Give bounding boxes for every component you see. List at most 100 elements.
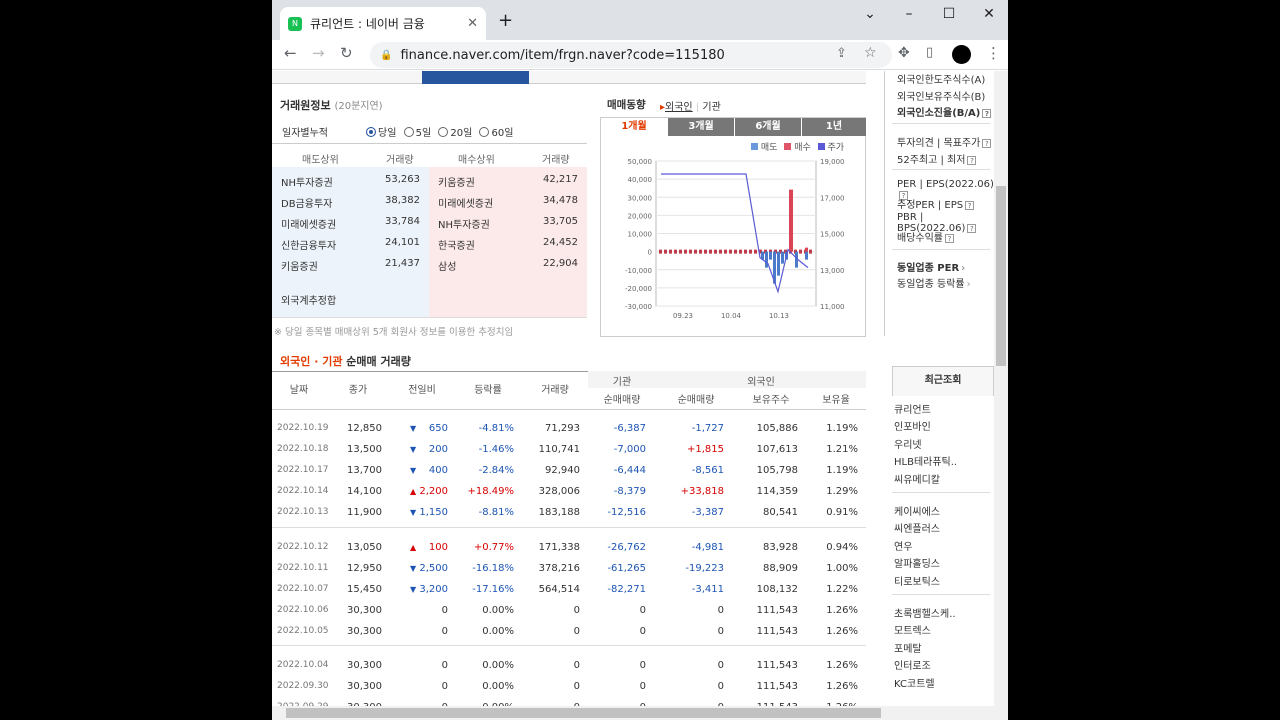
- profile-avatar[interactable]: [952, 45, 971, 64]
- vertical-scrollbar[interactable]: [994, 71, 1008, 706]
- recent-item[interactable]: 티로보틱스: [894, 573, 940, 588]
- buy-broker-name[interactable]: NH투자증권: [438, 216, 490, 231]
- recent-item[interactable]: 케이씨에스: [894, 503, 940, 518]
- share-icon[interactable]: ⇪: [836, 46, 847, 61]
- sell-broker-name[interactable]: DB금융투자: [281, 195, 332, 210]
- row-hold-ratio: 1.26%: [826, 660, 858, 671]
- recent-item[interactable]: KC코트렐: [894, 675, 935, 690]
- buy-broker-name[interactable]: 미래에셋증권: [438, 195, 493, 210]
- recent-item[interactable]: 연우: [894, 538, 912, 553]
- sidebar-item[interactable]: 동일업종 등락률 ›: [897, 275, 971, 290]
- side-panel-icon[interactable]: ▯: [926, 45, 933, 60]
- recent-item[interactable]: 포메탈: [894, 640, 922, 655]
- buy-broker-name[interactable]: 삼성: [438, 258, 456, 273]
- scroll-thumb[interactable]: [996, 186, 1006, 366]
- table-row[interactable]: 2022.10.06 30,300 0 0.00% 0 0 0 111,543 1.26%: [272, 601, 866, 622]
- row-hold-ratio: 0.94%: [826, 542, 858, 553]
- row-volume: 171,338: [538, 542, 580, 553]
- maximize-icon[interactable]: ☐: [939, 6, 959, 22]
- table-row[interactable]: 2022.10.13 11,900 ▼ 1,150 -8.81% 183,188 -12,5…: [272, 503, 866, 524]
- browser-tab[interactable]: N 큐리언트 : 네이버 금융 ✕: [280, 7, 486, 40]
- help-icon[interactable]: ?: [982, 139, 992, 148]
- sell-broker-vol: 33,784: [385, 216, 420, 227]
- extensions-icon[interactable]: ✥: [898, 45, 910, 61]
- buy-bar: [704, 249, 707, 254]
- new-tab-icon[interactable]: +: [498, 10, 513, 31]
- legend-price: 주가: [827, 143, 845, 153]
- menu-kebab-icon[interactable]: ⋮: [986, 44, 1001, 62]
- address-bar[interactable]: 🔒 finance.naver.com/item/frgn.naver?code…: [370, 42, 892, 68]
- table-row[interactable]: 2022.09.2930,30000.00%000111,5431.26%: [272, 698, 866, 706]
- table-row[interactable]: 2022.09.30 30,300 0 0.00% 0 0 0 111,543 1.26%: [272, 677, 866, 698]
- radio-20d[interactable]: 20일: [438, 127, 472, 139]
- sidebar-item[interactable]: 52주최고 | 최저?: [897, 151, 977, 166]
- row-volume: 0: [573, 626, 580, 637]
- table-row[interactable]: 2022.10.05 30,300 0 0.00% 0 0 0 111,543 1.26%: [272, 622, 866, 643]
- back-icon[interactable]: ←: [284, 44, 297, 62]
- table-row[interactable]: 2022.10.17 13,700 ▼ 400 -2.84% 92,940 -6,444 -8…: [272, 461, 866, 482]
- help-icon[interactable]: ?: [965, 201, 975, 210]
- table-row[interactable]: 2022.10.19 12,850 ▼ 650 -4.81% 71,293 -6,387 -1…: [272, 419, 866, 440]
- sidebar-item[interactable]: 외국인한도주식수(A): [897, 71, 985, 86]
- forward-icon[interactable]: →: [312, 44, 325, 62]
- tab-3m[interactable]: 3개월: [668, 118, 734, 136]
- recent-item[interactable]: 인터로조: [894, 657, 931, 672]
- table-row[interactable]: 2022.10.14 14,100 ▲ 2,200 +18.49% 328,006 -8,3…: [272, 482, 866, 503]
- sidebar-item[interactable]: 동일업종 PER ›: [897, 259, 965, 274]
- radio-5d[interactable]: 5일: [403, 127, 431, 139]
- buy-bar: [669, 249, 672, 254]
- sell-broker-name[interactable]: 키움증권: [281, 258, 318, 273]
- tab-1m[interactable]: 1개월: [601, 118, 667, 136]
- tab-6m[interactable]: 6개월: [735, 118, 801, 136]
- close-tab-icon[interactable]: ✕: [467, 16, 478, 31]
- sell-broker-name[interactable]: 미래에셋증권: [281, 216, 336, 231]
- opt-inst[interactable]: 기관: [702, 102, 720, 113]
- radio-60d[interactable]: 60일: [479, 127, 513, 139]
- horizontal-scrollbar[interactable]: [272, 706, 1008, 720]
- recent-item[interactable]: 씨유메디칼: [894, 471, 940, 486]
- sell-broker-name[interactable]: 신한금융투자: [281, 237, 336, 252]
- recent-item[interactable]: 초록뱀헬스케..: [894, 605, 956, 620]
- help-icon[interactable]: ?: [945, 234, 954, 243]
- row-rate: -17.16%: [472, 584, 514, 595]
- row-foreign-net: -3,411: [691, 584, 724, 595]
- minimize-icon[interactable]: –: [899, 6, 919, 22]
- lock-icon[interactable]: 🔒: [380, 50, 392, 61]
- table-row[interactable]: 2022.10.07 15,450 ▼ 3,200 -17.16% 564,514 -82,…: [272, 580, 866, 601]
- table-row[interactable]: 2022.10.04 30,300 0 0.00% 0 0 0 111,543 1.26%: [272, 656, 866, 677]
- recent-item[interactable]: 알파홀딩스: [894, 555, 940, 570]
- recent-item[interactable]: 모트렉스: [894, 622, 931, 637]
- buy-broker-name[interactable]: 키움증권: [438, 174, 475, 189]
- opt-foreign[interactable]: 외국인: [665, 102, 693, 113]
- table-row[interactable]: 2022.10.12 13,050 ▲ 100 +0.77% 171,338 -26,762…: [272, 538, 866, 559]
- row-hold-ratio: 1.29%: [826, 486, 858, 497]
- buy-broker-name[interactable]: 한국증권: [438, 237, 475, 252]
- help-icon[interactable]: ?: [967, 224, 977, 233]
- sidebar-item[interactable]: 추정PER | EPS?: [897, 196, 975, 211]
- table-row[interactable]: 2022.10.11 12,950 ▼ 2,500 -16.18% 378,216 -61,…: [272, 559, 866, 580]
- help-icon[interactable]: ?: [967, 156, 977, 165]
- tab-search-icon[interactable]: ⌄: [860, 6, 880, 22]
- sell-broker-name[interactable]: NH투자증권: [281, 174, 333, 189]
- close-window-icon[interactable]: ✕: [979, 6, 999, 22]
- bookmark-star-icon[interactable]: ☆: [864, 45, 877, 61]
- sidebar-item[interactable]: 외국인보유주식수(B): [897, 88, 985, 103]
- sidebar-item[interactable]: 투자의견 | 목표주가?: [897, 134, 992, 149]
- subnav-active-tab[interactable]: [422, 71, 529, 84]
- scroll-thumb[interactable]: [286, 708, 881, 718]
- table-row[interactable]: 2022.10.18 13,500 ▼ 200 -1.46% 110,741 -7,000 +…: [272, 440, 866, 461]
- recent-item[interactable]: 씨엔플러스: [894, 520, 940, 535]
- recent-item[interactable]: 큐리언트: [894, 401, 931, 416]
- row-foreign-net: -1,727: [691, 423, 724, 434]
- radio-today[interactable]: 당일: [366, 127, 396, 139]
- sidebar-item[interactable]: 배당수익률?: [897, 229, 954, 244]
- reload-icon[interactable]: ↻: [340, 44, 353, 62]
- row-foreign-net: -4,981: [691, 542, 724, 553]
- help-icon[interactable]: ?: [982, 109, 992, 118]
- recent-item[interactable]: 우리넷: [894, 436, 922, 451]
- recent-item[interactable]: 인포바인: [894, 418, 931, 433]
- tab-1y[interactable]: 1년: [802, 118, 866, 136]
- sidebar-item[interactable]: 외국인소진율(B/A)?: [897, 104, 992, 119]
- legend-sell-swatch: [751, 143, 758, 150]
- recent-item[interactable]: HLB테라퓨틱..: [894, 453, 957, 468]
